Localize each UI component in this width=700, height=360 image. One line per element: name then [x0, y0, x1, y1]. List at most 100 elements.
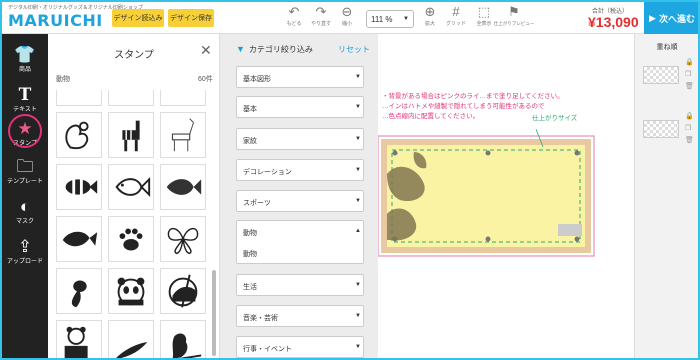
- filter-item-sports[interactable]: スポーツ ▼: [236, 190, 364, 212]
- lock-icon[interactable]: 🔒: [685, 58, 694, 66]
- filter-label: 家紋: [243, 138, 257, 145]
- stamp-tile[interactable]: [160, 216, 206, 262]
- chevron-down-icon: ▼: [355, 136, 361, 142]
- lock-icon[interactable]: 🔒: [685, 112, 694, 120]
- leftbar-item-upload[interactable]: ⇪ アップロード: [2, 230, 48, 272]
- next-label: 次へ進む: [658, 13, 695, 24]
- filter-item-events[interactable]: 行事・イベント ▼: [236, 336, 364, 358]
- stamp-tile[interactable]: [108, 216, 154, 262]
- grid-button[interactable]: # グリッド: [442, 4, 470, 32]
- preview-button[interactable]: ⚑ 仕上がりプレビュー: [493, 4, 535, 32]
- design-save-button[interactable]: デザイン保存: [168, 9, 214, 27]
- copy-icon[interactable]: ❐: [685, 70, 691, 78]
- bird-icon: [116, 342, 148, 358]
- active-ring: [8, 114, 42, 148]
- chevron-down-icon: ▼: [355, 198, 361, 204]
- preview-label: 仕上がりプレビュー: [493, 21, 535, 26]
- play-icon: ▶: [649, 12, 656, 23]
- leftbar-item-product[interactable]: 👕 商品: [2, 38, 48, 80]
- filter-item-music-art[interactable]: 音楽・芸術 ▼: [236, 305, 364, 327]
- undo-button[interactable]: ↶ もどる: [280, 4, 308, 32]
- tshirt-icon: 👕: [14, 44, 36, 64]
- finish-size-label: 仕上がりサイズ: [532, 115, 578, 122]
- close-icon[interactable]: ✕: [200, 42, 212, 59]
- stamp-tile[interactable]: [56, 90, 102, 106]
- leftbar-item-stamp[interactable]: ★ スタンプ: [2, 112, 48, 154]
- trash-icon[interactable]: 🗑: [685, 82, 694, 90]
- panda-bamboo-icon: [168, 274, 198, 308]
- chevron-up-icon: ▲: [355, 228, 361, 234]
- grid-icon: #: [452, 4, 460, 19]
- filter-label: 動物: [243, 230, 257, 237]
- filter-item-animals[interactable]: 動物 ▲ 動物: [236, 220, 364, 264]
- filter-item-family-crest[interactable]: 家紋 ▼: [236, 128, 364, 150]
- filter-item-basic[interactable]: 基本 ▼: [236, 96, 364, 118]
- layer-thumbnail[interactable]: [643, 66, 679, 84]
- stamp-tile[interactable]: [160, 268, 206, 314]
- next-button[interactable]: ▶ 次へ進む: [644, 2, 698, 34]
- zoom-in-button[interactable]: ⊕ 拡大: [416, 4, 444, 32]
- stamp-tile[interactable]: [56, 268, 102, 314]
- stamp-tile[interactable]: [108, 164, 154, 210]
- stamp-tile[interactable]: [108, 268, 154, 314]
- app: デジタル印刷・オリジナルグッズ＆オリジナル印刷ショップ MARUICHI デザイ…: [2, 2, 698, 358]
- panda-sitting-icon: [64, 326, 88, 358]
- stamp-tile[interactable]: [56, 320, 102, 358]
- stamp-tile[interactable]: [108, 90, 154, 106]
- fullscreen-icon: ⬚: [477, 4, 491, 19]
- folder-icon: 🗀: [16, 156, 34, 176]
- redo-icon: ↷: [315, 4, 327, 19]
- trash-icon[interactable]: 🗑: [685, 136, 694, 144]
- zoom-out-button[interactable]: ⊖ 縮小: [333, 4, 361, 32]
- stamp-tile[interactable]: [160, 320, 206, 358]
- filter-item-life[interactable]: 生活 ▼: [236, 274, 364, 296]
- filter-title: カテゴリ絞り込み: [248, 44, 313, 54]
- goldfish-icon: [71, 280, 87, 308]
- filter-item-decoration[interactable]: デコレーション ▼: [236, 159, 364, 181]
- design-load-button[interactable]: デザイン読込み: [112, 9, 164, 27]
- zoom-select[interactable]: 111 % ▼: [366, 10, 414, 28]
- filter-item-basic-shapes[interactable]: 基本図形 ▼: [236, 66, 364, 88]
- fish-outline-icon: [115, 177, 151, 197]
- chevron-down-icon: ▼: [403, 16, 409, 22]
- fish-silhouette-icon: [166, 179, 202, 195]
- stamp-tile[interactable]: [108, 320, 154, 358]
- leftbar-label: テンプレート: [7, 178, 43, 185]
- paw-icon: [119, 228, 143, 251]
- filter-reset-link[interactable]: リセット: [338, 44, 370, 55]
- stamp-scrollbar[interactable]: [212, 270, 216, 356]
- copy-icon[interactable]: ❐: [685, 124, 691, 132]
- canvas-note: …インはハトメや縫製で隠れてしまう可能性があるので: [382, 103, 545, 110]
- upload-icon: ⇪: [17, 236, 33, 256]
- leftbar-item-template[interactable]: 🗀 テンプレート: [2, 150, 48, 192]
- design-canvas[interactable]: ・背景がある場合はピンクのライ…まで塗り足してください。 …インはハトメや縫製で…: [378, 34, 634, 358]
- filter-label: 基本: [243, 106, 257, 113]
- logo[interactable]: デジタル印刷・オリジナルグッズ＆オリジナル印刷ショップ MARUICHI: [4, 4, 143, 32]
- stamp-tile[interactable]: [160, 90, 206, 106]
- filter-icon: ▼: [236, 44, 245, 54]
- zoom-in-label: 拡大: [424, 21, 435, 27]
- zoom-out-icon: ⊖: [341, 4, 353, 19]
- filter-label: 基本図形: [243, 76, 271, 83]
- zoom-in-icon: ⊕: [424, 4, 436, 19]
- chevron-down-icon: ▼: [355, 344, 361, 350]
- stamp-tile[interactable]: [160, 164, 206, 210]
- stamp-grid: [56, 90, 214, 358]
- stamp-panel-title: スタンプ: [114, 50, 154, 61]
- filter-label: 行事・イベント: [243, 346, 292, 353]
- stamp-tile[interactable]: [56, 164, 102, 210]
- filter-label: 音楽・芸術: [243, 315, 278, 322]
- filter-subitem-animals[interactable]: 動物: [243, 249, 257, 259]
- filter-label: スポーツ: [243, 200, 271, 207]
- layer-thumbnail[interactable]: [643, 120, 679, 138]
- stamp-tile[interactable]: [56, 216, 102, 262]
- leftbar-item-mask[interactable]: ◐ マスク: [2, 190, 48, 232]
- panda-icon: [117, 277, 145, 306]
- total-price: ¥13,090: [588, 14, 639, 30]
- mask-icon: ◐: [19, 196, 31, 216]
- text-icon: T: [18, 84, 32, 105]
- stamp-tile[interactable]: [56, 112, 102, 158]
- stamp-tile[interactable]: [160, 112, 206, 158]
- redo-button[interactable]: ↷ やり直す: [307, 4, 335, 32]
- stamp-tile[interactable]: [108, 112, 154, 158]
